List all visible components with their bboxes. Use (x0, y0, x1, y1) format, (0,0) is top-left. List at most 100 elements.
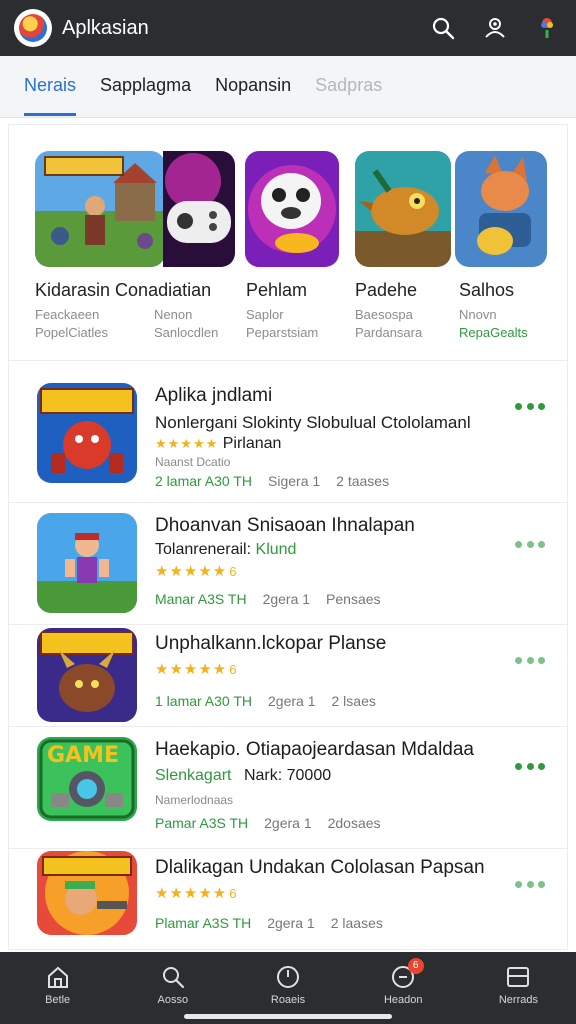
dragon-monster-icon (37, 628, 137, 722)
size-label: 2 laases (330, 915, 383, 931)
featured-subtitle: Saplor (246, 307, 284, 322)
featured-tile-mascot[interactable] (245, 151, 339, 267)
size-label: 2dosaes (327, 815, 381, 831)
more-options-icon[interactable] (515, 655, 545, 665)
featured-subtitle: Pardansara (355, 325, 423, 340)
app-meta: 1 lamar A30 TH 2gera 1 2 lsaes (155, 693, 376, 709)
app-meta: Plamar A3S TH 2gera 1 2 laases (155, 915, 383, 931)
more-options-icon[interactable] (515, 761, 545, 771)
release-date: Manar A3S TH (155, 591, 247, 607)
nav-label: Headon (383, 994, 423, 1006)
nav-label: Aosso (157, 994, 189, 1006)
featured-tile-strategy[interactable] (35, 151, 165, 267)
app-bar: Aplkasian (0, 0, 576, 56)
app-rank: Nark: 70000 (243, 767, 332, 784)
featured-subtitle: PopelCiatles (35, 325, 108, 340)
app-rating: ★★★★★ 6 (155, 883, 237, 903)
app-tagline: Tolanrenerail: (155, 541, 252, 558)
app-tag: Slenkagart (155, 767, 232, 784)
search-icon (162, 967, 184, 989)
rating-stars: ★★★★★ 6 (155, 885, 238, 902)
app-meta: Pamar A3S TH 2gera 1 2dosaes (155, 815, 381, 831)
release-date: 2 lamar A30 TH (155, 473, 253, 489)
featured-title: Pehlam (246, 280, 308, 300)
user-alert-icon[interactable] (480, 13, 510, 43)
app-title: Unphalkann.lckopar Planse (155, 633, 387, 654)
shooter-icon (37, 851, 137, 935)
app-meta: 2 lamar A30 TH Sigera 1 2 taases (155, 473, 389, 489)
rating-stars: ★★★★★ 6 (155, 563, 238, 580)
category-label: 2gera 1 (262, 591, 311, 607)
library-icon (507, 967, 530, 987)
home-icon (47, 966, 68, 988)
size-label: 2 taases (336, 473, 390, 489)
app-description: Nonlergani Slokinty Slobulual Ctololaman… (155, 413, 471, 432)
list-item[interactable]: Aplika jndlami Nonlergani Slokinty Slobu… (9, 363, 567, 503)
rating-value: 6 (229, 564, 238, 579)
clock-icon (277, 966, 299, 988)
notification-badge: 6 (407, 958, 424, 974)
tab-sadpras[interactable]: Sadpras (315, 56, 382, 118)
app-title: Haekapio. Otiapaojeardasan Mdaldaa (155, 739, 474, 760)
list-item[interactable]: Dhoanvan Snisaoan Ihnalapan Tolanrenerai… (9, 503, 567, 625)
featured-carousel: Kidarasin Conadiatian Feackaeen PopelCia… (9, 125, 567, 361)
search-icon[interactable] (428, 13, 458, 43)
hero-boy-icon (37, 513, 137, 613)
list-item[interactable]: GAME Haekapio. Otiapaojeardasan Mdaldaa … (9, 727, 567, 849)
more-options-icon[interactable] (515, 401, 545, 411)
game-badge-text: GAME (47, 743, 120, 768)
tab-nopansin[interactable]: Nopansin (215, 56, 291, 118)
featured-tile-gamepad[interactable] (163, 151, 235, 267)
app-logo-icon (14, 9, 52, 47)
app-rating: ★★★★★ 6 (155, 659, 237, 679)
category-label: 2gera 1 (264, 815, 312, 831)
featured-subtitle: Nnovn (459, 307, 497, 322)
featured-subtitle: Peparstsiam (246, 325, 319, 340)
size-label: 2 lsaes (331, 693, 376, 709)
nav-label: Nerrads (498, 994, 538, 1006)
app-developer: Naanst Dcatio (155, 455, 231, 469)
rating-value: 6 (229, 662, 238, 677)
category-tabs: Nerais Sapplagma Nopansin Sadpras (0, 56, 576, 118)
featured-subtitle: Feackaeen (35, 307, 100, 322)
rating-stars: ★★★★★ 6 (155, 661, 238, 678)
app-rating: ★★★★★ 6 (155, 561, 237, 581)
more-options-icon[interactable] (515, 879, 545, 889)
app-description: Slenkagart Nark: 70000 (155, 767, 331, 785)
category-label: 2gera 1 (267, 915, 315, 931)
list-item[interactable]: Unphalkann.lckopar Planse ★★★★★ 6 1 lamar… (9, 625, 567, 727)
featured-title: Kidarasin Conadiatian (35, 280, 212, 300)
app-rating: ★★★★★ Pirlanan (155, 435, 281, 453)
app-description: Tolanrenerail: Klund (155, 541, 296, 559)
featured-title: Salhos (459, 280, 515, 300)
featured-title: Padehe (355, 280, 418, 300)
home-indicator[interactable] (184, 1014, 392, 1019)
featured-subtitle: RepaGealts (459, 325, 528, 340)
nav-item-home[interactable]: Betle (0, 952, 115, 1024)
featured-tile-fox[interactable] (455, 151, 547, 267)
featured-subtitle: Baesospa (355, 307, 413, 322)
rating-value: 6 (229, 886, 238, 901)
app-title: Aplkasian (62, 16, 149, 39)
profile-color-icon[interactable] (532, 13, 562, 43)
category-label: 2gera 1 (268, 693, 316, 709)
tab-sapplagma[interactable]: Sapplagma (100, 56, 191, 118)
featured-tile-dragon[interactable] (355, 151, 451, 267)
rating-stars: ★★★★★ (155, 436, 219, 451)
more-options-icon[interactable] (515, 539, 545, 549)
nav-label: Roaeis (270, 994, 306, 1006)
list-item[interactable]: Dlalikagan Undakan Cololasan Papsan ★★★★… (9, 849, 567, 949)
nav-item-library[interactable]: Nerrads (461, 952, 576, 1024)
game-badge-icon: GAME (37, 737, 137, 821)
app-title: Aplika jndlami (155, 385, 273, 406)
main-content: Kidarasin Conadiatian Feackaeen PopelCia… (8, 124, 568, 950)
release-date: Plamar A3S TH (155, 915, 252, 931)
featured-subtitle: Nenon (154, 307, 193, 322)
tab-nerais[interactable]: Nerais (24, 56, 77, 118)
app-tag: Klund (255, 541, 297, 558)
release-date: 1 lamar A30 TH (155, 693, 253, 709)
featured-subtitle: Sanlocdlen (154, 325, 219, 340)
app-title: Dhoanvan Snisaoan Ihnalapan (155, 515, 415, 536)
release-date: Pamar A3S TH (155, 815, 249, 831)
rating-label: Pirlanan (222, 435, 282, 452)
